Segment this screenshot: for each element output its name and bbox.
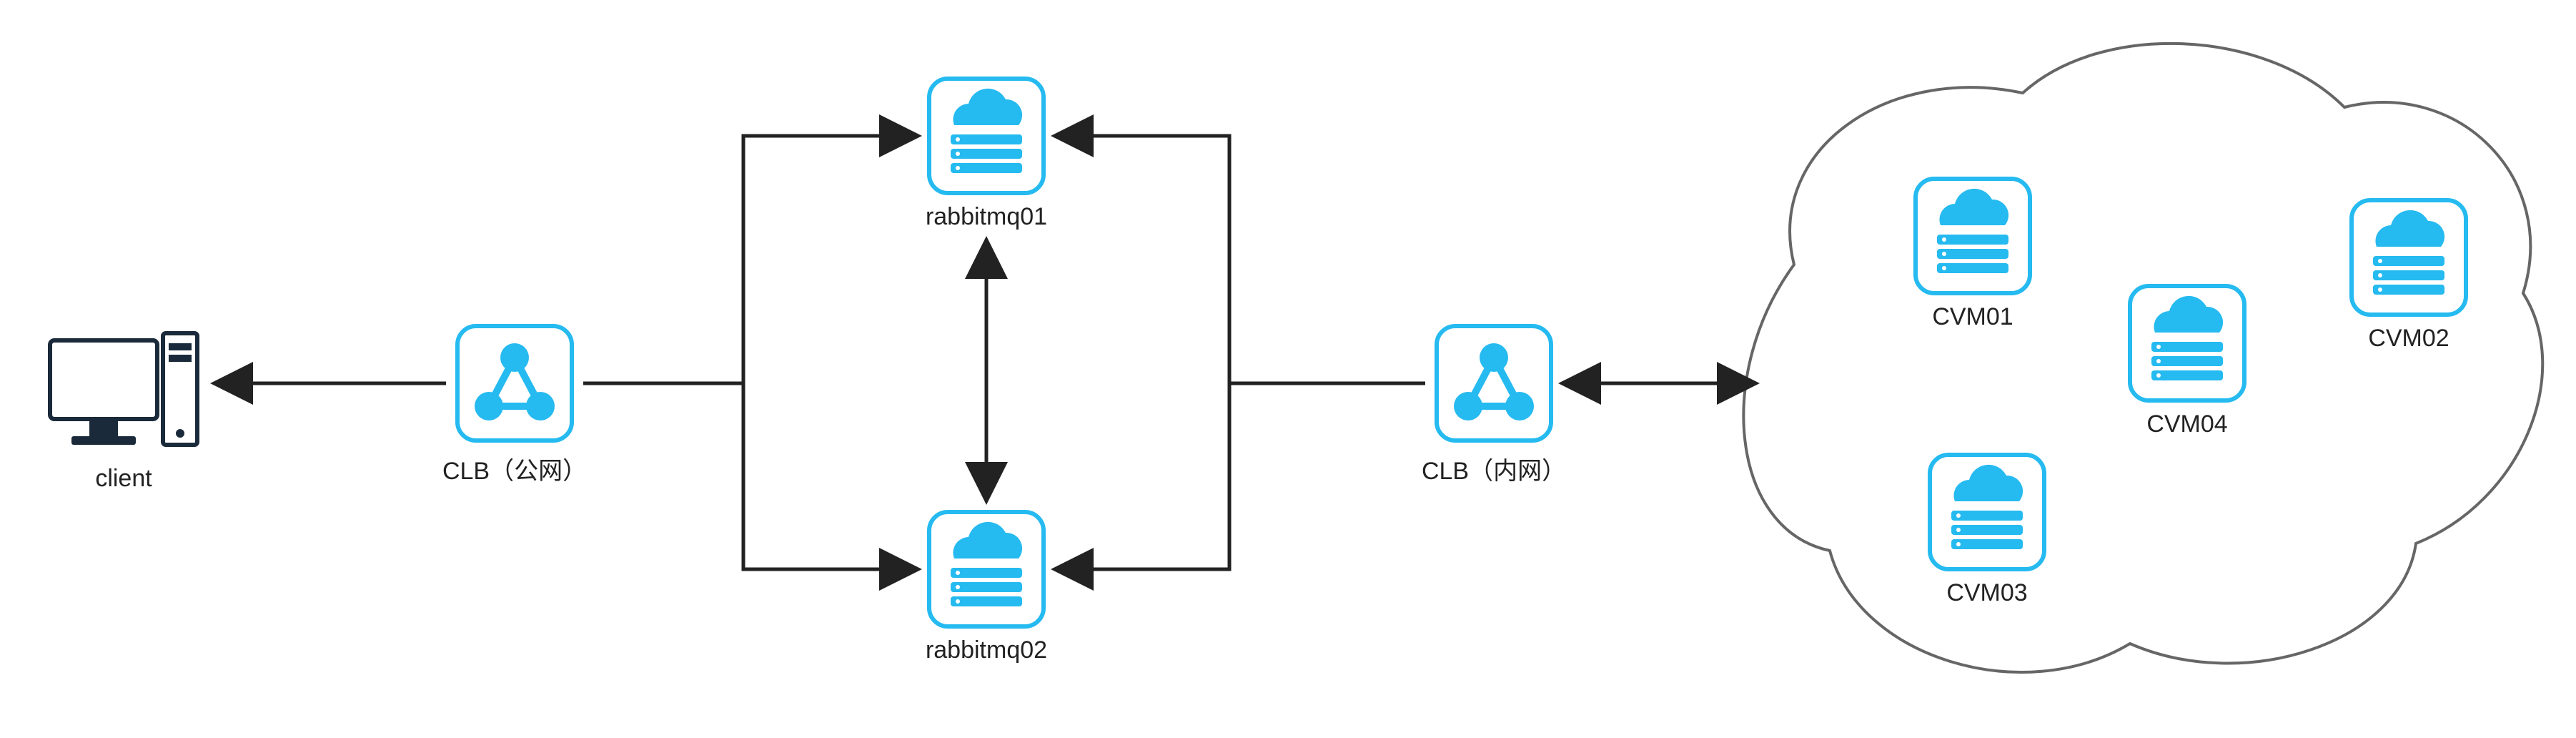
node-cvm01-label: CVM01 [1932,303,2013,330]
node-cvm02: CVM02 [2352,200,2466,352]
node-clb-public-label: CLB（公网） [442,458,587,485]
node-client: client [50,333,197,492]
node-clb-private-label: CLB（内网） [1422,458,1566,485]
vm-icon [1930,455,2044,569]
node-cvm04-label: CVM04 [2146,410,2227,438]
architecture-diagram: client CLB（公网） rabbitmq01 rabbitmq02 CLB… [0,0,2576,738]
lb-icon [1437,326,1551,441]
node-clb-private: CLB（内网） [1422,326,1566,485]
vm-icon [929,79,1044,193]
vm-icon [2130,286,2244,400]
node-rabbitmq02: rabbitmq02 [926,512,1047,664]
node-cvm01: CVM01 [1916,179,2030,330]
pc-icon [50,333,197,445]
node-rabbitmq01-label: rabbitmq01 [926,203,1047,230]
edge-rabbitmq01-to-clbpublic [583,136,918,383]
edge-clbprivate-to-rabbitmq01 [1055,136,1425,383]
node-cvm04: CVM04 [2130,286,2244,438]
vm-icon [1916,179,2030,293]
node-cvm02-label: CVM02 [2368,325,2449,352]
vm-icon [929,512,1044,626]
edge-clbprivate-to-rabbitmq02 [1055,383,1229,569]
node-cvm03-label: CVM03 [1946,579,2027,606]
vm-icon [2352,200,2466,315]
edge-rabbitmq02-to-clbpublic [743,383,918,569]
lb-icon [457,326,572,441]
node-rabbitmq01: rabbitmq01 [926,79,1047,230]
node-clb-public: CLB（公网） [442,326,587,485]
node-client-label: client [95,465,152,492]
node-rabbitmq02-label: rabbitmq02 [926,636,1047,664]
node-cvm03: CVM03 [1930,455,2044,606]
